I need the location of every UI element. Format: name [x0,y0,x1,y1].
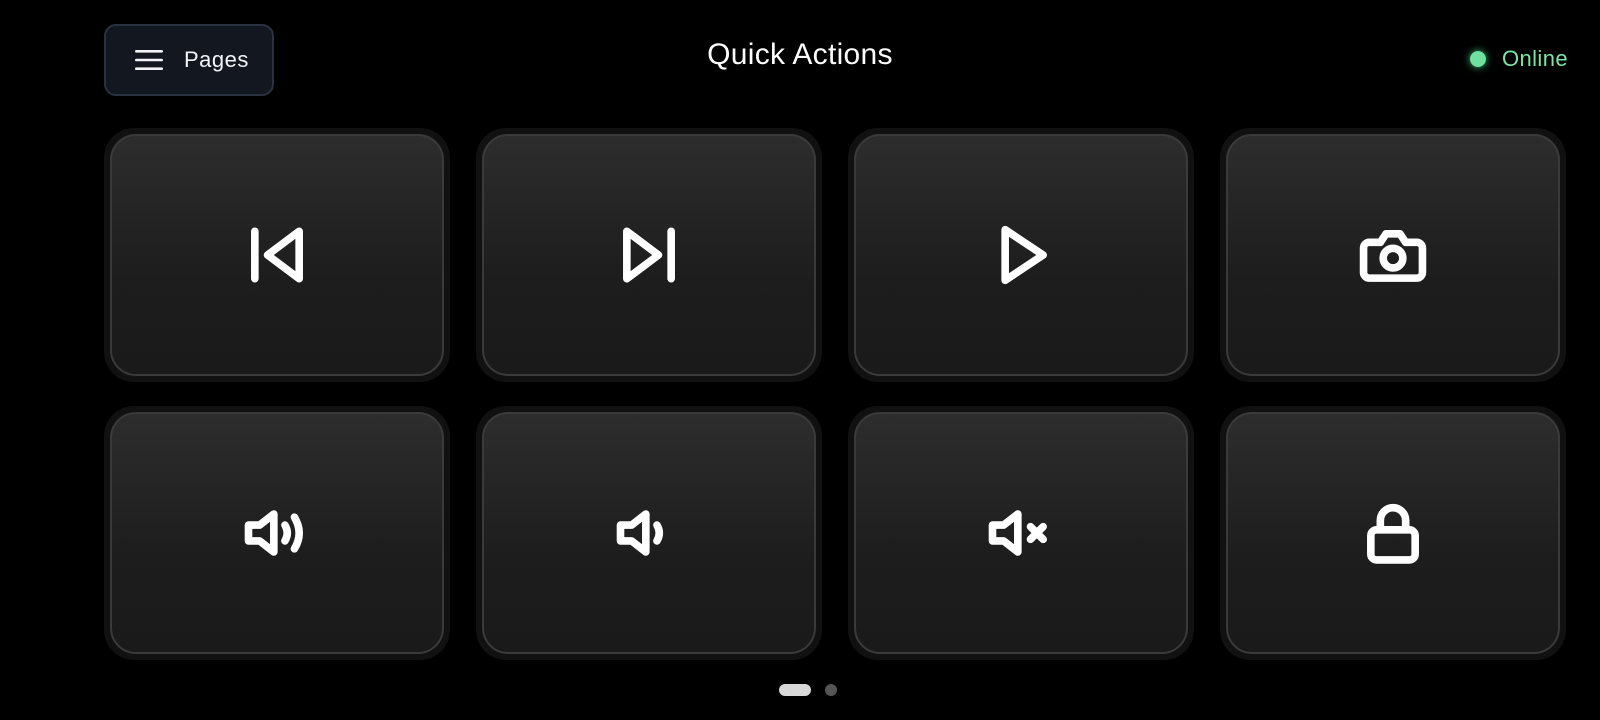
action-tile-wrapper [848,128,1194,382]
page-title: Quick Actions [707,38,893,71]
volume-down-button[interactable] [482,412,816,654]
status-label: Online [1502,46,1568,71]
quick-actions-screen: Pages Quick Actions Online [0,0,1600,720]
action-tile-wrapper [1220,128,1566,382]
page-dot-inactive[interactable] [825,684,837,696]
action-tile-wrapper [1220,406,1566,660]
skip-forward-icon [623,227,675,283]
page-indicator [0,684,1600,696]
play-button[interactable] [854,134,1188,376]
volume-down-icon [616,510,664,556]
action-tile-wrapper [104,406,450,660]
action-tile-wrapper [848,406,1194,660]
page-dot-active[interactable] [779,684,811,696]
action-tile-wrapper [476,406,822,660]
lock-icon [1367,503,1419,564]
camera-icon [1359,229,1427,282]
mute-button[interactable] [854,412,1188,654]
connection-status: Online [1470,46,1568,72]
volume-mute-icon [988,510,1047,556]
skip-back-icon [251,227,303,283]
volume-up-button[interactable] [110,412,444,654]
skip-back-button[interactable] [110,134,444,376]
status-dot-icon [1470,51,1486,67]
skip-forward-button[interactable] [482,134,816,376]
lock-button[interactable] [1226,412,1560,654]
action-grid [104,128,1568,660]
action-tile-wrapper [476,128,822,382]
camera-button[interactable] [1226,134,1560,376]
action-tile-wrapper [104,128,450,382]
play-icon [1001,225,1047,285]
volume-up-icon [244,510,303,556]
